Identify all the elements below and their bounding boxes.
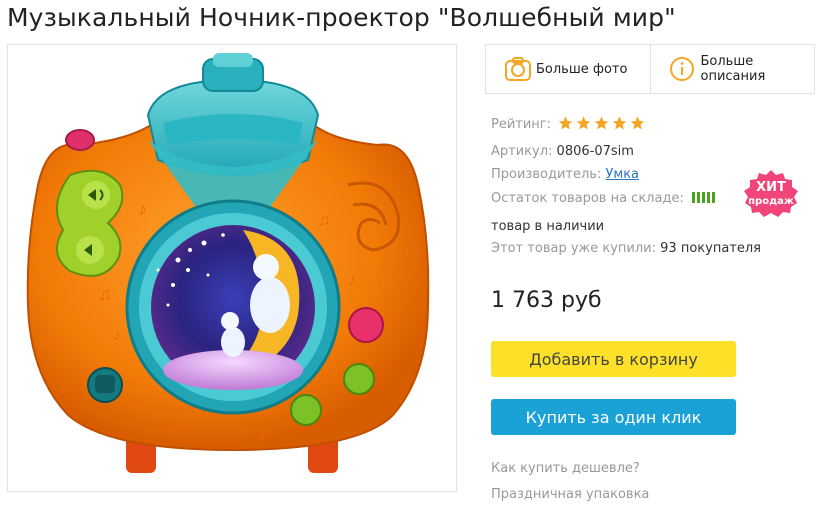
night-light-projector-image: ♪ ♫ ♪ ♫ ♪ ♫ ♪ <box>26 53 430 473</box>
star-icon <box>595 116 609 130</box>
svg-text:♪: ♪ <box>138 199 147 219</box>
availability-status: товар в наличии <box>491 219 605 234</box>
buy-one-click-button[interactable]: Купить за один клик <box>491 399 736 435</box>
how-to-buy-cheaper-link[interactable]: Как купить дешевле? <box>491 461 640 476</box>
stock-row: Остаток товаров на складе: <box>491 191 715 206</box>
svg-text:♪: ♪ <box>348 272 356 289</box>
availability-row: товар в наличии <box>491 219 604 234</box>
bestseller-badge: ХИТ продаж <box>740 167 802 217</box>
bought-row: Этот товар уже купили: 93 покупателя <box>491 241 761 256</box>
manufacturer-label: Производитель: <box>491 167 602 182</box>
camera-icon <box>504 56 531 82</box>
info-buttons: Больше фото Больше описания <box>485 44 815 94</box>
manufacturer-row: Производитель: Умка <box>491 167 639 182</box>
rating-label: Рейтинг: <box>491 117 552 132</box>
stock-label: Остаток товаров на складе: <box>491 191 684 206</box>
more-description-label: Больше описания <box>700 54 766 84</box>
badge-line2: продаж <box>748 196 794 207</box>
product-price: 1 763 руб <box>491 288 602 313</box>
svg-text:♫: ♫ <box>168 422 180 439</box>
sku-label: Артикул: <box>491 144 553 159</box>
product-image[interactable]: ♪ ♫ ♪ ♫ ♪ ♫ ♪ <box>7 44 457 492</box>
more-photo-label: Больше фото <box>536 61 628 77</box>
star-icon <box>613 116 627 130</box>
gift-wrap-link[interactable]: Праздничная упаковка <box>491 487 649 502</box>
badge-line1: ХИТ <box>756 180 786 195</box>
rating-stars <box>557 115 646 131</box>
svg-text:♪: ♪ <box>258 427 266 444</box>
rating-row: Рейтинг: <box>491 115 646 132</box>
product-title: Музыкальный Ночник-проектор "Волшебный м… <box>7 3 676 32</box>
star-icon <box>559 116 573 130</box>
svg-text:♫: ♫ <box>318 212 330 229</box>
sku-row: Артикул: 0806-07sim <box>491 144 634 159</box>
bought-label: Этот товар уже купили: <box>491 241 657 256</box>
svg-text:♪: ♪ <box>113 327 121 344</box>
svg-text:♫: ♫ <box>98 284 112 304</box>
star-icon <box>631 116 645 130</box>
more-photo-button[interactable]: Больше фото <box>486 45 650 93</box>
stock-level-indicator <box>691 192 715 203</box>
add-to-cart-button[interactable]: Добавить в корзину <box>491 341 736 377</box>
star-icon <box>577 116 591 130</box>
manufacturer-link[interactable]: Умка <box>605 167 639 182</box>
info-icon <box>669 56 695 82</box>
more-description-button[interactable]: Больше описания <box>649 45 815 93</box>
sku-value: 0806-07sim <box>556 144 634 159</box>
bought-value: 93 покупателя <box>660 241 761 256</box>
